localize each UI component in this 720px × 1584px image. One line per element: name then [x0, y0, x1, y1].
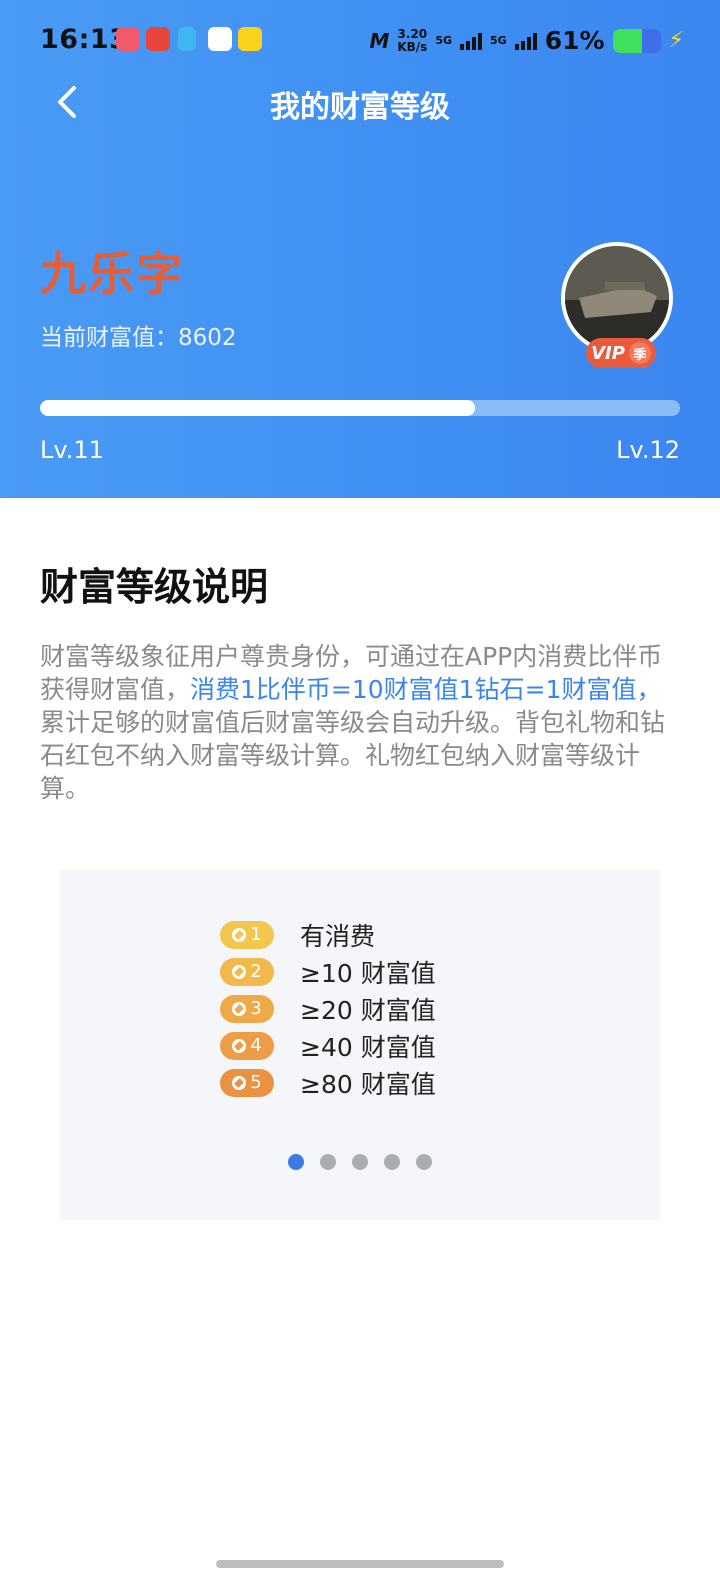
level-number: 3 — [250, 998, 262, 1019]
level-badge-icon: 2 — [220, 957, 274, 986]
level-requirement: 有消费 — [300, 921, 376, 951]
level-requirement: ≥20 财富值 — [300, 995, 436, 1025]
carrier-logo-icon: M — [369, 28, 390, 53]
level-list: 1 有消费 2 ≥10 财富值 3 ≥20 财富值 4 ≥40 财富值 5 ≥80 财富值 — [220, 916, 436, 1101]
level-row: 5 ≥80 财富值 — [220, 1064, 436, 1101]
level-row: 2 ≥10 财富值 — [220, 953, 436, 990]
level-carousel-card[interactable]: 1 有消费 2 ≥10 财富值 3 ≥20 财富值 4 ≥40 财富值 5 ≥80 财富值 — [60, 870, 660, 1220]
level-row: 4 ≥40 财富值 — [220, 1027, 436, 1064]
app-notification-icon — [238, 27, 262, 51]
username: 九乐字 — [40, 247, 184, 301]
carousel-dot[interactable] — [352, 1154, 368, 1170]
app-notification-icon — [178, 27, 196, 51]
carousel-dot[interactable] — [288, 1154, 304, 1170]
level-number: 4 — [250, 1035, 262, 1056]
network-speed: 3.20 KB/s — [397, 26, 428, 54]
current-wealth-value: 当前财富值：8602 — [40, 325, 237, 351]
level-number: 2 — [250, 961, 262, 982]
carousel-dot[interactable] — [384, 1154, 400, 1170]
diamond-icon — [232, 1001, 247, 1016]
battery-icon — [612, 28, 661, 53]
next-level: Lv.12 — [616, 436, 680, 464]
explanation-text: 财富等级象征用户尊贵身份，可通过在APP内消费比伴币获得财富值，消费1比伴币=1… — [40, 642, 666, 803]
carousel-dot[interactable] — [320, 1154, 336, 1170]
charging-icon: ⚡ — [668, 28, 684, 53]
app-notification-icon — [208, 27, 232, 51]
status-indicators: M 3.20 KB/s 5G 5G 61% ⚡ — [369, 26, 684, 55]
signal-5g-icon: 5G — [435, 34, 453, 47]
level-requirement: ≥40 财富值 — [300, 1032, 436, 1062]
level-number: 5 — [250, 1072, 262, 1093]
vip-badge: VIP 季 — [586, 338, 656, 368]
progress-fill — [40, 400, 476, 416]
level-badge-icon: 3 — [220, 994, 274, 1023]
home-indicator[interactable] — [216, 1560, 504, 1568]
diamond-icon — [232, 1075, 247, 1090]
level-row: 1 有消费 — [220, 916, 436, 953]
app-notification-icon — [116, 27, 140, 51]
diamond-icon — [232, 927, 247, 942]
battery-percent: 61% — [544, 26, 605, 55]
current-level: Lv.11 — [40, 436, 104, 464]
level-requirement: ≥10 财富值 — [300, 958, 436, 988]
diamond-icon — [232, 1038, 247, 1053]
wealth-progress-bar — [40, 400, 680, 416]
highlight-rate-text: 消费1比伴币=10财富值1钻石=1财富值， — [190, 675, 662, 704]
signal-bars-icon — [514, 32, 537, 50]
app-notification-icon — [146, 27, 170, 51]
section-title: 财富等级说明 — [40, 565, 269, 609]
level-requirement: ≥80 财富值 — [300, 1069, 436, 1099]
page-title: 我的财富等级 — [270, 90, 450, 125]
level-badge-icon: 1 — [220, 920, 274, 949]
diamond-icon — [232, 964, 247, 979]
level-badge-icon: 4 — [220, 1031, 274, 1060]
level-row: 3 ≥20 财富值 — [220, 990, 436, 1027]
signal-bars-icon — [460, 32, 483, 50]
carousel-dot[interactable] — [416, 1154, 432, 1170]
signal-5g-icon: 5G — [490, 34, 507, 47]
header-banner: 16:13 M 3.20 KB/s 5G 5G 61% ⚡ 我的财富等级 九乐字… — [0, 0, 720, 498]
status-bar: 16:13 M 3.20 KB/s 5G 5G 61% ⚡ — [0, 0, 720, 80]
carousel-pagination — [60, 1154, 660, 1170]
level-badge-icon: 5 — [220, 1068, 274, 1097]
level-number: 1 — [250, 924, 262, 945]
